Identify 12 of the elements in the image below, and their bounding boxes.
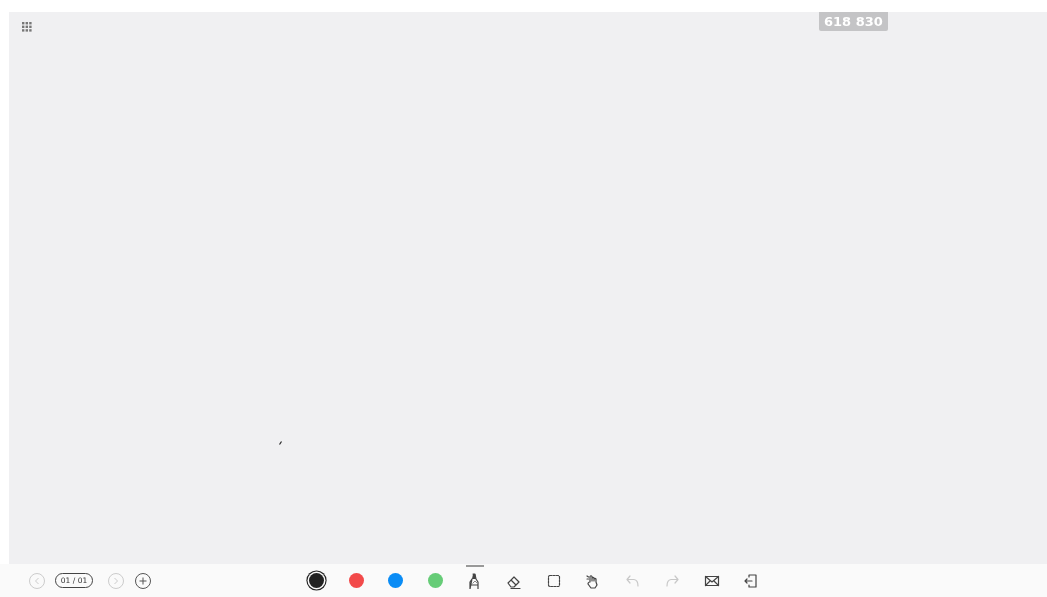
apps-grid-icon[interactable]	[22, 22, 32, 32]
chevron-right-icon	[113, 576, 119, 585]
selection-icon[interactable]	[545, 572, 562, 589]
chevron-left-icon	[34, 576, 40, 585]
exit-icon[interactable]	[743, 572, 760, 589]
color-swatch[interactable]	[348, 573, 364, 588]
ink-stroke	[279, 441, 282, 445]
color-swatch[interactable]	[427, 573, 443, 588]
plus-icon	[139, 576, 147, 585]
color-swatch[interactable]	[309, 573, 325, 588]
room-code: 618 830	[819, 12, 888, 31]
color-swatch[interactable]	[388, 573, 404, 588]
